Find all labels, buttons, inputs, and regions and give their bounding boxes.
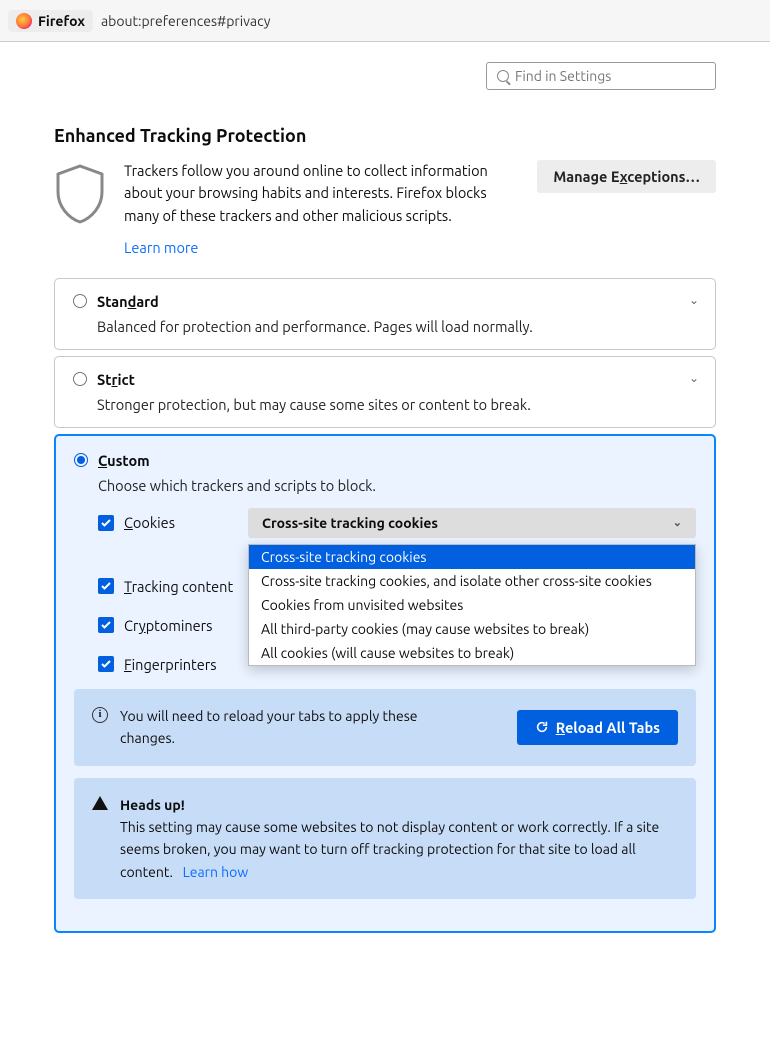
dropdown-option[interactable]: All third-party cookies (may cause websi…: [249, 617, 695, 641]
window-titlebar: Firefox about:preferences#privacy: [0, 0, 770, 42]
radio-strict[interactable]: [73, 372, 87, 386]
option-desc: Stronger protection, but may cause some …: [97, 396, 697, 413]
checkbox-cryptominers[interactable]: [98, 617, 114, 633]
dropdown-option[interactable]: Cookies from unvisited websites: [249, 593, 695, 617]
dropdown-option[interactable]: Cross-site tracking cookies, and isolate…: [249, 569, 695, 593]
option-desc: Balanced for protection and performance.…: [97, 318, 697, 335]
warning-learn-how-link[interactable]: Learn how: [183, 864, 249, 880]
cookies-dropdown: Cross-site tracking cookies Cross-site t…: [248, 544, 696, 666]
chevron-down-icon: ⌄: [673, 516, 682, 529]
cookies-select[interactable]: Cross-site tracking cookies ⌄ Cross-site…: [248, 508, 696, 538]
custom-row-cookies: Cookies Cross-site tracking cookies ⌄ Cr…: [98, 508, 696, 538]
firefox-logo-icon: [16, 13, 32, 29]
chevron-down-icon[interactable]: ⌄: [689, 371, 699, 385]
heads-up-warning: Heads up! This setting may cause some we…: [74, 778, 696, 900]
section-heading-etp: Enhanced Tracking Protection: [54, 126, 716, 146]
reload-all-tabs-button[interactable]: Reload All Tabs: [517, 710, 678, 745]
app-chip: Firefox: [8, 10, 93, 32]
search-placeholder: Find in Settings: [515, 68, 611, 84]
option-desc: Choose which trackers and scripts to blo…: [98, 477, 696, 494]
checkbox-fingerprinters[interactable]: [98, 656, 114, 672]
reload-notice-text: You will need to reload your tabs to app…: [120, 705, 440, 750]
dropdown-option[interactable]: All cookies (will cause websites to brea…: [249, 641, 695, 665]
checkbox-label: Fingerprinters: [124, 656, 217, 673]
checkbox-label: Tracking content: [124, 578, 233, 595]
warning-title: Heads up!: [120, 797, 185, 813]
dropdown-option[interactable]: Cross-site tracking cookies: [249, 545, 695, 569]
info-icon: i: [92, 705, 108, 723]
select-value: Cross-site tracking cookies: [262, 515, 438, 531]
checkbox-label: Cookies: [124, 514, 175, 531]
chevron-down-icon[interactable]: ⌄: [689, 293, 699, 307]
option-title: Strict: [97, 371, 135, 388]
search-input[interactable]: Find in Settings: [486, 62, 716, 90]
manage-exceptions-button[interactable]: Manage Exceptions…: [537, 160, 716, 193]
reload-notice: i You will need to reload your tabs to a…: [74, 689, 696, 766]
checkbox-label: Cryptominers: [124, 617, 212, 634]
option-title: Standard: [97, 293, 159, 310]
search-icon: [497, 70, 509, 82]
reload-icon: [535, 720, 549, 734]
shield-icon: [54, 160, 106, 227]
etp-description: Trackers follow you around online to col…: [124, 160, 519, 227]
etp-option-standard[interactable]: Standard Balanced for protection and per…: [54, 278, 716, 350]
warning-icon: [92, 794, 108, 810]
checkbox-cookies[interactable]: [98, 515, 114, 531]
checkbox-tracking[interactable]: [98, 578, 114, 594]
radio-custom[interactable]: [74, 453, 88, 467]
etp-learn-more-link[interactable]: Learn more: [124, 239, 198, 256]
etp-option-strict[interactable]: Strict Stronger protection, but may caus…: [54, 356, 716, 428]
radio-standard[interactable]: [73, 294, 87, 308]
etp-option-custom: Custom Choose which trackers and scripts…: [54, 434, 716, 933]
url-text: about:preferences#privacy: [101, 13, 271, 29]
app-name: Firefox: [38, 13, 85, 29]
option-title: Custom: [98, 452, 150, 469]
